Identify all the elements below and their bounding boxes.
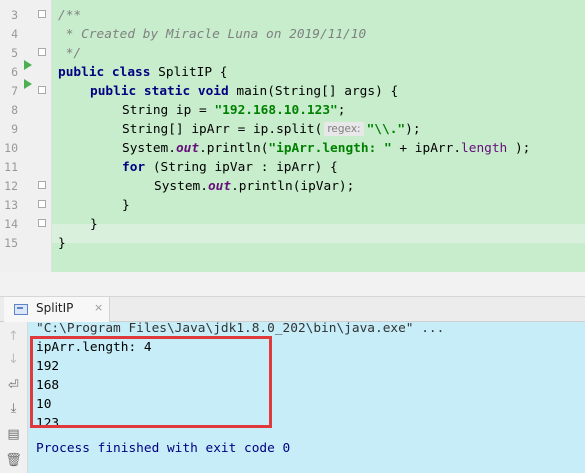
code-text: String[] ipArr = ip.split( — [122, 122, 323, 137]
run-main-icon[interactable] — [24, 79, 32, 89]
current-line-highlight — [52, 224, 585, 243]
code-line: for (String ipVar : ipArr) { — [122, 158, 338, 177]
string-literal: "192.168.10.123" — [214, 103, 338, 118]
fold-toggle-icon[interactable] — [38, 219, 46, 227]
console-toolbar: ↑ ↓ ⏎ ⤓ ▤ 🗑 — [0, 322, 28, 473]
code-text: SplitIP { — [150, 65, 228, 80]
line-number: 3 — [11, 8, 18, 22]
code-text: ; — [337, 103, 346, 118]
field-ref: length — [461, 141, 508, 156]
line-number: 11 — [4, 160, 18, 174]
soft-wrap-icon[interactable]: ⏎ — [5, 377, 22, 394]
line-number: 6 — [11, 65, 18, 79]
fold-toggle-icon[interactable] — [38, 200, 46, 208]
line-number: 7 — [11, 84, 18, 98]
string-literal: "\\." — [366, 122, 406, 137]
code-text: .println(ipVar); — [231, 179, 355, 194]
code-line: } — [122, 198, 130, 213]
fold-toggle-icon[interactable] — [38, 48, 46, 56]
close-tab-icon[interactable]: × — [94, 301, 103, 314]
arrow-up-icon[interactable]: ↑ — [5, 328, 22, 345]
code-line: System.out.println(ipVar); — [154, 177, 354, 196]
code-text: System. — [154, 179, 208, 194]
code-text: String ip = — [122, 103, 215, 118]
code-text: + ipArr. — [391, 141, 462, 156]
arrow-down-icon[interactable]: ↓ — [5, 351, 22, 368]
line-number: 8 — [11, 103, 18, 117]
run-class-icon[interactable] — [24, 60, 32, 70]
static-field: out — [175, 141, 200, 156]
parameter-hint: regex: — [324, 122, 364, 136]
code-line: } — [90, 217, 98, 232]
static-field: out — [207, 179, 232, 194]
print-icon[interactable]: ▤ — [5, 426, 22, 443]
code-line: } — [58, 236, 66, 251]
fold-toggle-icon[interactable] — [38, 10, 46, 18]
line-number: 12 — [4, 179, 18, 193]
code-text: main(String[] args) { — [228, 84, 399, 99]
line-number: 13 — [4, 198, 18, 212]
code-editor[interactable]: 3 4 5 6 7 8 9 10 11 12 13 14 15 16 /** *… — [0, 0, 585, 272]
process-finished-message: Process finished with exit code 0 — [36, 441, 291, 456]
keyword: for — [122, 160, 146, 175]
code-text: ); — [405, 122, 421, 137]
string-literal: "ipArr.length: " — [268, 141, 392, 156]
delete-icon[interactable]: 🗑 — [5, 452, 22, 469]
code-line: /** — [58, 8, 82, 23]
editor-gutter: 3 4 5 6 7 8 9 10 11 12 13 14 15 16 — [0, 0, 51, 272]
code-line: System.out.println("ipArr.length: " + ip… — [122, 139, 530, 158]
code-line: String ip = "192.168.10.123"; — [122, 101, 345, 120]
code-line: public static void main(String[] args) { — [90, 82, 398, 101]
line-number: 4 — [11, 27, 18, 41]
fold-toggle-icon[interactable] — [38, 181, 46, 189]
output-highlight-box — [30, 336, 272, 428]
run-tab-title: SplitIP — [36, 301, 74, 315]
code-line: String[] ipArr = ip.split(regex: "\\."); — [122, 120, 421, 139]
line-number: 10 — [4, 141, 18, 155]
run-config-icon — [14, 304, 28, 315]
code-text: (String ipVar : ipArr) { — [145, 160, 338, 175]
scroll-to-end-icon[interactable]: ⤓ — [5, 400, 22, 417]
code-text: .println( — [199, 141, 269, 156]
line-number: 14 — [4, 217, 18, 231]
panel-splitter[interactable] — [0, 272, 585, 296]
code-text: ); — [507, 141, 531, 156]
keyword: public class — [58, 65, 151, 80]
line-number: 5 — [11, 46, 18, 60]
line-number: 9 — [11, 122, 18, 136]
keyword: public static void — [90, 84, 229, 99]
code-line: * Created by Miracle Luna on 2019/11/10 — [58, 27, 367, 42]
code-line: public class SplitIP { — [58, 63, 228, 82]
line-number: 15 — [4, 236, 18, 250]
fold-toggle-icon[interactable] — [38, 86, 46, 94]
code-text: System. — [122, 141, 176, 156]
code-line: */ — [58, 46, 82, 61]
